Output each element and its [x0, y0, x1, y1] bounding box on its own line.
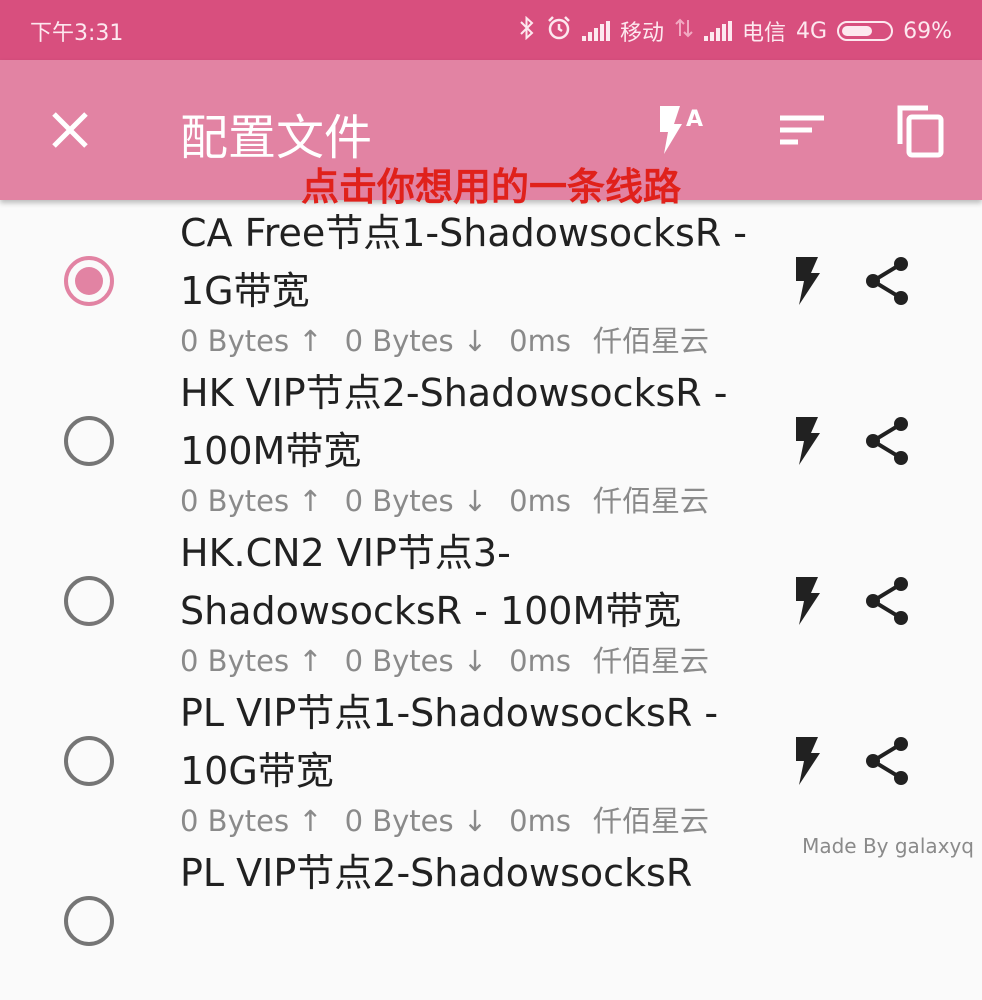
profile-group: 仟佰星云: [592, 484, 709, 518]
app-bar: 配置文件 A 点击你想用的一条线路: [0, 60, 982, 209]
share-icon: [866, 577, 908, 625]
flash-icon: [796, 417, 820, 465]
profile-radio[interactable]: [64, 256, 114, 306]
test-latency-button[interactable]: A: [650, 100, 710, 160]
test-profile-button[interactable]: [790, 415, 826, 467]
carrier-1: 移动: [620, 21, 665, 46]
share-profile-button[interactable]: [862, 735, 912, 787]
share-profile-button[interactable]: [862, 255, 912, 307]
data-transfer-icon: [674, 16, 694, 46]
test-profile-button[interactable]: [790, 255, 826, 307]
share-icon: [866, 417, 908, 465]
status-indicators: 移动 电信 4G 69%: [518, 15, 952, 47]
carrier-2: 电信: [742, 21, 787, 46]
battery-icon: [837, 21, 894, 41]
test-profile-button[interactable]: [790, 575, 826, 627]
signal-icon-2: [704, 21, 733, 41]
profile-list: CA Free节点1-ShadowsocksR - 1G带宽 0 Bytes ↑…: [0, 200, 982, 1000]
upload-bytes: 0 Bytes ↑: [180, 644, 323, 678]
flash-icon: [796, 257, 820, 305]
svg-text:A: A: [686, 107, 703, 132]
upload-bytes: 0 Bytes ↑: [180, 804, 323, 838]
profile-name: CA Free节点1-ShadowsocksR - 1G带宽: [180, 211, 748, 313]
watermark: Made By galaxyq: [802, 834, 974, 858]
profile-group: 仟佰星云: [592, 324, 709, 358]
profile-item[interactable]: HK.CN2 VIP节点3-ShadowsocksR - 100M带宽 0 By…: [0, 520, 982, 680]
download-bytes: 0 Bytes ↓: [344, 804, 488, 838]
flash-auto-icon: A: [660, 106, 703, 154]
copy-icon: [897, 105, 944, 158]
battery-percent: 69%: [903, 18, 952, 44]
profile-stats: 0 Bytes ↑ 0 Bytes ↓ 0ms 仟佰星云: [180, 798, 731, 840]
upload-bytes: 0 Bytes ↑: [180, 324, 323, 358]
share-profile-button[interactable]: [862, 415, 912, 467]
sort-icon: [780, 115, 824, 145]
test-profile-button[interactable]: [790, 735, 826, 787]
profile-stats: 0 Bytes ↑ 0 Bytes ↓ 0ms 仟佰星云: [180, 318, 731, 360]
profile-group: 仟佰星云: [592, 644, 709, 678]
profile-item[interactable]: PL VIP节点1-ShadowsocksR - 10G带宽 0 Bytes ↑…: [0, 680, 982, 840]
profile-stats: 0 Bytes ↑ 0 Bytes ↓ 0ms 仟佰星云: [180, 638, 731, 680]
flash-icon: [796, 737, 820, 785]
profile-name: HK.CN2 VIP节点3-ShadowsocksR - 100M带宽: [180, 531, 682, 633]
latency: 0ms: [509, 644, 571, 678]
profile-radio[interactable]: [64, 416, 114, 466]
bluetooth-icon: [518, 15, 536, 46]
status-bar: 下午3:31 移动 电信 4G 69%: [0, 0, 982, 60]
profile-item[interactable]: HK VIP节点2-ShadowsocksR - 100M带宽 0 Bytes …: [0, 360, 982, 520]
latency: 0ms: [509, 484, 571, 518]
flash-icon: [796, 577, 820, 625]
status-time: 下午3:31: [30, 21, 124, 46]
network-type: 4G: [796, 18, 828, 44]
close-button[interactable]: [44, 104, 96, 156]
latency: 0ms: [509, 804, 571, 838]
latency: 0ms: [509, 324, 571, 358]
copy-button[interactable]: [890, 100, 950, 160]
sort-button[interactable]: [772, 100, 832, 160]
share-icon: [866, 737, 908, 785]
profile-group: 仟佰星云: [592, 804, 709, 838]
close-icon: [52, 112, 88, 148]
profile-item[interactable]: CA Free节点1-ShadowsocksR - 1G带宽 0 Bytes ↑…: [0, 200, 982, 360]
profile-radio[interactable]: [64, 896, 114, 946]
profile-name: PL VIP节点2-ShadowsocksR: [180, 851, 693, 895]
share-icon: [866, 257, 908, 305]
profile-name: HK VIP节点2-ShadowsocksR - 100M带宽: [180, 371, 728, 473]
download-bytes: 0 Bytes ↓: [344, 644, 488, 678]
profile-stats: 0 Bytes ↑ 0 Bytes ↓ 0ms 仟佰星云: [180, 478, 731, 520]
download-bytes: 0 Bytes ↓: [344, 324, 488, 358]
share-profile-button[interactable]: [862, 575, 912, 627]
profile-radio[interactable]: [64, 736, 114, 786]
profile-name: PL VIP节点1-ShadowsocksR - 10G带宽: [180, 691, 719, 793]
upload-bytes: 0 Bytes ↑: [180, 484, 323, 518]
alarm-icon: [546, 15, 572, 47]
profile-radio[interactable]: [64, 576, 114, 626]
profile-item[interactable]: PL VIP节点2-ShadowsocksR: [0, 840, 982, 1000]
signal-icon: [582, 21, 611, 41]
download-bytes: 0 Bytes ↓: [344, 484, 488, 518]
